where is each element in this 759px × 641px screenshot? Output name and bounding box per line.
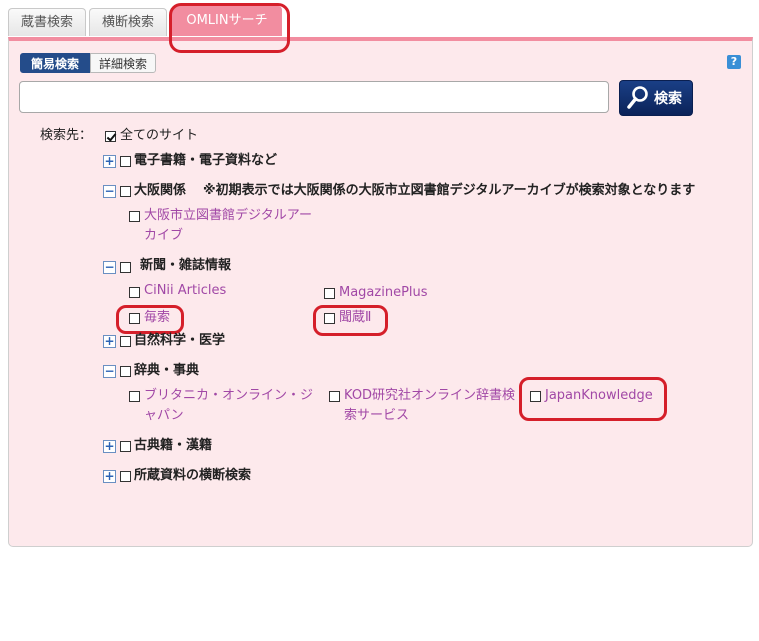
checkbox-osaka[interactable] — [120, 186, 131, 197]
collapse-minus-icon[interactable]: − — [103, 365, 116, 378]
highlight-japanknowledge — [519, 377, 667, 421]
cinii-link[interactable]: CiNii Articles — [144, 282, 226, 300]
checkbox-cinii[interactable] — [129, 287, 140, 298]
group-dictionary-label: 辞典・事典 — [134, 363, 200, 378]
expand-plus-icon[interactable]: + — [103, 335, 116, 348]
magnifier-icon — [627, 86, 648, 109]
search-input[interactable] — [19, 81, 609, 113]
search-button[interactable]: 検索 — [619, 80, 693, 116]
target-label: 検索先： — [40, 128, 93, 143]
expand-plus-icon[interactable]: + — [103, 155, 116, 168]
checkbox-britannica[interactable] — [129, 391, 140, 402]
collapse-minus-icon[interactable]: − — [103, 185, 116, 198]
kod-link-line2[interactable]: 索サービス — [344, 407, 409, 425]
search-button-label: 検索 — [654, 91, 682, 107]
group-osaka-note: ※初期表示では大阪関係の大阪市立図書館デジタルアーカイブが検索対象となります — [203, 183, 696, 198]
group-science-label: 自然科学・医学 — [134, 333, 226, 348]
checkbox-dictionary[interactable] — [120, 366, 131, 377]
collapse-minus-icon[interactable]: − — [103, 261, 116, 274]
group-ebooks-label: 電子書籍・電子資料など — [134, 153, 278, 168]
checkbox-news[interactable] — [120, 262, 131, 273]
group-osaka-label: 大阪関係 — [134, 183, 187, 198]
expand-plus-icon[interactable]: + — [103, 440, 116, 453]
all-sites-label: 全てのサイト — [120, 128, 199, 143]
tab-catalog-search[interactable]: 蔵書検索 — [8, 8, 86, 36]
checkbox-osaka-digital-archive[interactable] — [129, 211, 140, 222]
britannica-link[interactable]: ブリタニカ・オンライン・ジ — [144, 387, 313, 405]
group-news-label: 新聞・雑誌情報 — [140, 258, 232, 273]
osaka-digital-archive-link-line2[interactable]: カイブ — [144, 227, 183, 245]
magazineplus-link[interactable]: MagazinePlus — [339, 284, 428, 302]
simple-search-button[interactable]: 簡易検索 — [20, 53, 90, 73]
group-classics-label: 古典籍・漢籍 — [134, 438, 213, 453]
checkbox-classics[interactable] — [120, 441, 131, 452]
checkbox-all-sites[interactable] — [105, 131, 116, 142]
checkbox-ebooks[interactable] — [120, 156, 131, 167]
checkbox-holdings[interactable] — [120, 471, 131, 482]
tab-cross-search[interactable]: 横断検索 — [89, 8, 167, 36]
highlight-kikuzo — [313, 305, 388, 336]
osaka-digital-archive-link[interactable]: 大阪市立図書館デジタルアー — [144, 207, 312, 225]
group-holdings-label: 所蔵資料の横断検索 — [134, 468, 252, 483]
highlight-omlin-tab — [169, 3, 290, 53]
checkbox-kod[interactable] — [329, 391, 340, 402]
checkbox-science[interactable] — [120, 336, 131, 347]
expand-plus-icon[interactable]: + — [103, 470, 116, 483]
highlight-maisaku — [116, 305, 184, 334]
britannica-link-line2[interactable]: ャパン — [144, 407, 184, 425]
kod-link[interactable]: KOD研究社オンライン辞書検 — [344, 387, 515, 405]
checkbox-magazineplus[interactable] — [324, 288, 335, 299]
advanced-search-button[interactable]: 詳細検索 — [90, 53, 156, 73]
help-icon[interactable]: ? — [727, 55, 741, 69]
